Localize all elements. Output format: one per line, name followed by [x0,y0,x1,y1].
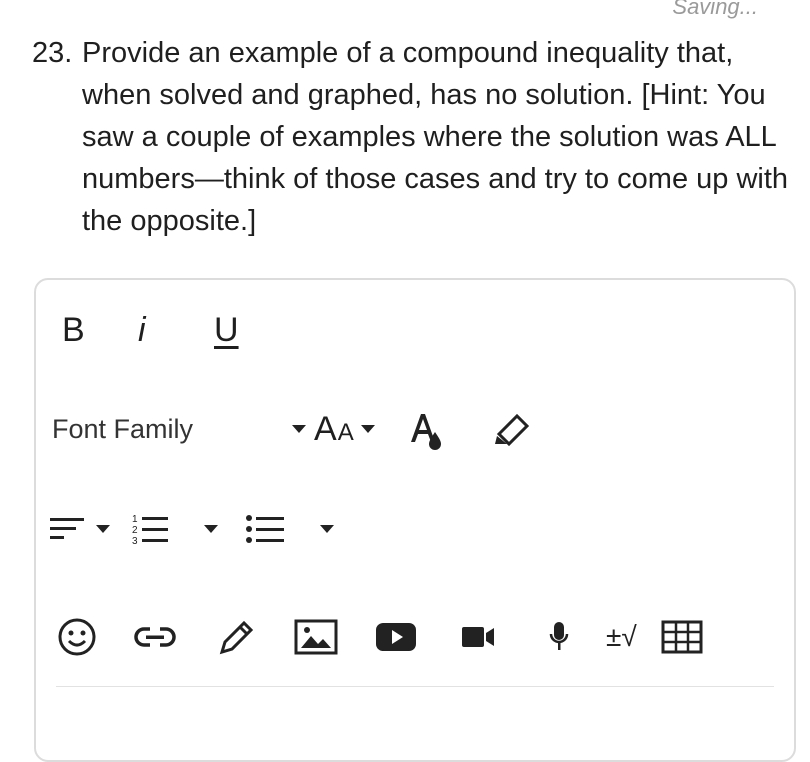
table-icon[interactable] [661,620,703,654]
emoji-icon[interactable] [56,616,98,658]
toolbar-row-insert: ±√ [56,616,794,658]
font-size-label: A [314,409,338,448]
link-icon[interactable] [132,622,178,652]
font-size-button[interactable]: AA [314,410,355,449]
font-family-caret-icon[interactable] [292,425,306,433]
font-family-select[interactable]: Font Family [52,414,292,445]
underline-button[interactable]: U [214,308,290,352]
font-color-icon[interactable] [405,408,445,450]
toolbar-row-lists: 1 2 3 [48,512,794,546]
bullet-list-caret-icon[interactable] [320,525,334,533]
highlighter-icon[interactable] [491,412,533,446]
question-block: 23. Provide an example of a compound ine… [32,32,802,242]
microphone-icon[interactable] [548,620,570,654]
font-size-caret-icon[interactable] [360,425,375,433]
math-equation-button[interactable]: ±√ [606,621,637,653]
rich-text-editor[interactable]: B i U Font Family AA 1 2 3 ±√ [34,278,796,762]
bold-button[interactable]: B [62,308,138,352]
toolbar-row-format: B i U [62,308,794,352]
ordered-list-caret-icon[interactable] [204,525,218,533]
svg-text:3: 3 [132,536,138,546]
align-caret-icon[interactable] [96,525,110,533]
video-icon[interactable] [460,625,496,649]
pencil-icon[interactable] [216,616,258,658]
image-icon[interactable] [294,619,338,655]
question-number: 23. [32,37,73,69]
ordered-list-icon[interactable]: 1 2 3 [130,512,170,546]
svg-text:1: 1 [132,514,138,525]
italic-button[interactable]: i [138,308,214,352]
youtube-icon[interactable] [374,621,418,653]
toolbar-row-font: Font Family AA [52,408,794,450]
svg-text:2: 2 [132,525,138,536]
toolbar-divider [56,686,774,687]
question-text: Provide an example of a compound inequal… [82,37,789,237]
align-icon[interactable] [48,514,90,544]
bullet-list-icon[interactable] [244,512,286,546]
font-size-label-small: A [337,418,355,446]
saving-status: Saving... [672,0,758,19]
